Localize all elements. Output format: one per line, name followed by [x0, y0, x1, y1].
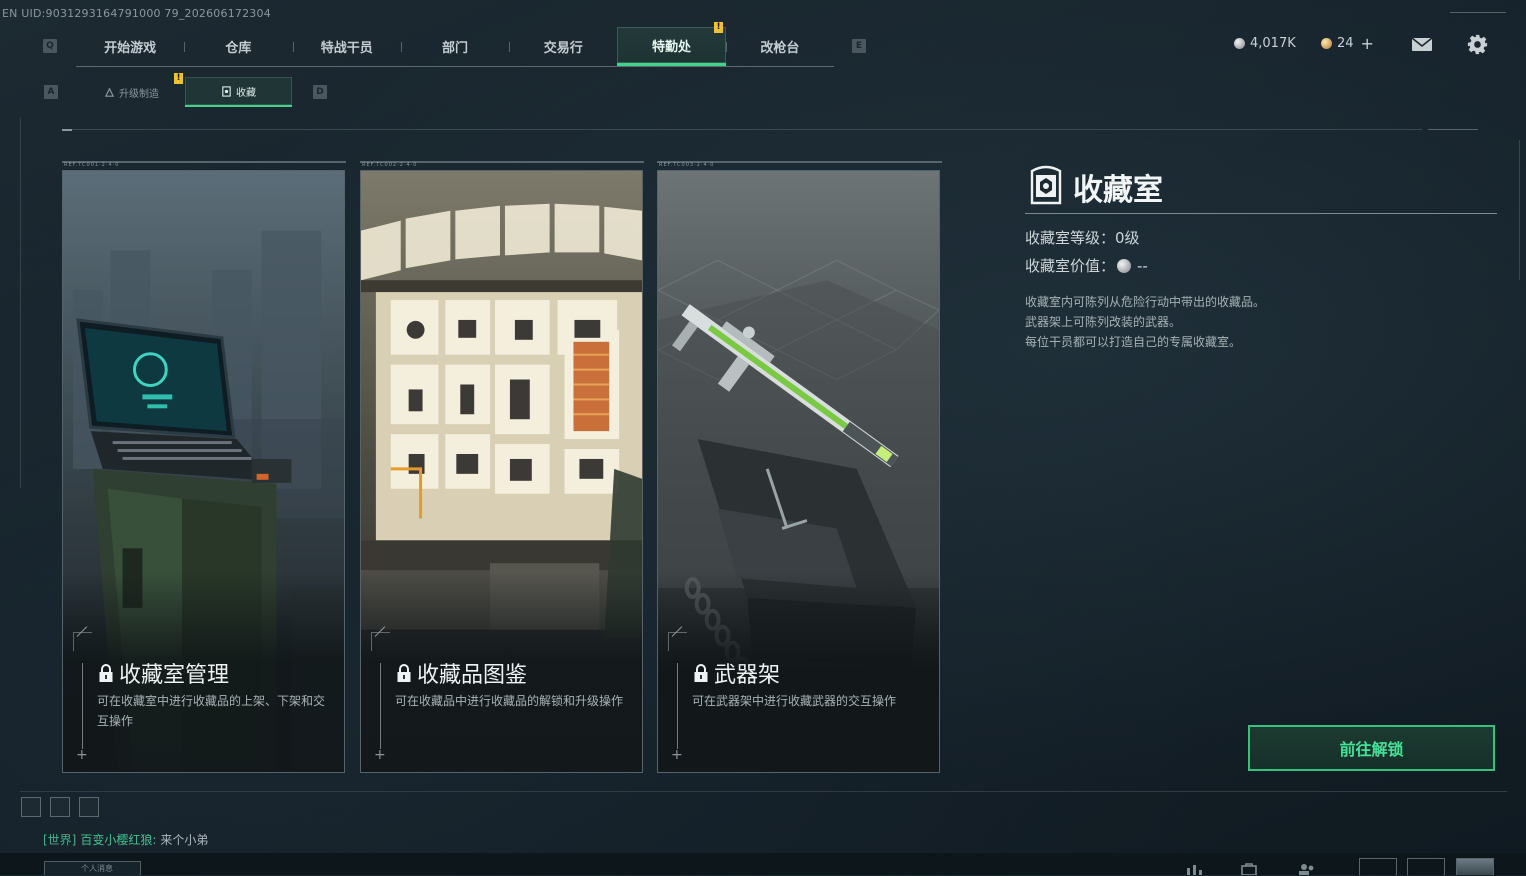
- card-header-bar: REF.TC002·2·4·0: [360, 161, 644, 169]
- card-title-row: 收藏品图鉴: [396, 657, 527, 689]
- settings-gear-icon[interactable]: [1467, 34, 1488, 55]
- collection-level-label: 收藏室等级：: [1025, 229, 1116, 247]
- upgrade-icon: [104, 87, 115, 97]
- collection-room-icon: [1030, 165, 1062, 205]
- tab-warehouse[interactable]: 仓库: [184, 27, 292, 66]
- card-side-line: [677, 663, 678, 749]
- gold-currency: 24 +: [1321, 36, 1374, 52]
- card-header-bar: REF.TC001·2·4·0: [62, 161, 346, 169]
- collection-level-stat: 收藏室等级：0级: [1025, 227, 1140, 248]
- card-weapon-rack[interactable]: + 武器架 可在武器架中进行收藏武器的交互操作: [657, 170, 940, 773]
- right-ruler: [1519, 140, 1520, 280]
- collection-level-value: 0级: [1115, 229, 1140, 247]
- collection-value-label: 收藏室价值：: [1025, 257, 1116, 275]
- divider-accent: [62, 129, 72, 131]
- footer-divider: [20, 791, 1507, 792]
- card-side-line: [380, 663, 381, 749]
- card-collection-room-management[interactable]: + 收藏室管理 可在收藏室中进行收藏品的上架、下架和交互操作: [62, 170, 345, 773]
- panel-description-line: 武器架上可陈列改装的武器。: [1025, 315, 1182, 329]
- subnav-alert-badge: !: [174, 73, 183, 84]
- card-header-code: REF.TC002·2·4·0: [362, 162, 418, 168]
- collection-value-amount: --: [1137, 256, 1148, 275]
- lock-icon: [694, 664, 708, 682]
- card-title-row: 收藏室管理: [98, 657, 229, 689]
- subtab-collection[interactable]: 收藏: [185, 77, 292, 107]
- gold-coin-icon: [1321, 38, 1332, 49]
- corner-decoration: [1450, 12, 1506, 17]
- card-header-code: REF.TC001·2·4·0: [64, 162, 120, 168]
- shop-bag-icon[interactable]: [1238, 862, 1260, 875]
- sub-nav: 升级制造 收藏: [78, 77, 292, 107]
- panel-description-line: 收藏室内可陈列从危险行动中带出的收藏品。: [1025, 295, 1266, 309]
- silver-coin-icon: [1117, 258, 1132, 273]
- silver-coin-icon: [1234, 38, 1245, 49]
- card-plus-mark: +: [671, 747, 683, 763]
- lock-icon: [397, 664, 411, 682]
- nav-prev-key-hint: Q: [43, 39, 57, 53]
- card-header-bar: REF.TC003·2·4·0: [657, 161, 942, 169]
- chat-channel: [世界]: [43, 833, 77, 847]
- stats-icon[interactable]: [1184, 862, 1206, 875]
- chat-sender[interactable]: 百变小樱红狼:: [80, 833, 156, 847]
- silver-currency: 4,017K: [1234, 36, 1296, 51]
- card-plus-mark: +: [374, 747, 386, 763]
- subtab-upgrade-craft[interactable]: 升级制造: [78, 77, 185, 107]
- collection-icon: [222, 85, 231, 97]
- friends-icon[interactable]: [1296, 862, 1318, 875]
- card-side-line: [82, 663, 83, 749]
- add-currency-button[interactable]: +: [1361, 36, 1374, 52]
- subtab-upgrade-craft-label: 升级制造: [119, 88, 159, 100]
- footer-slot-1[interactable]: [21, 797, 41, 817]
- card-title: 收藏品图鉴: [417, 663, 528, 688]
- subtab-collection-label: 收藏: [236, 87, 256, 99]
- card-title-row: 武器架: [693, 657, 780, 689]
- card-corner-decoration: [73, 632, 92, 651]
- panel-title: 收藏室: [1073, 173, 1163, 208]
- footer-slot-3[interactable]: [79, 797, 99, 817]
- silver-amount: 4,017K: [1250, 36, 1296, 51]
- left-frame-line: [20, 118, 21, 488]
- card-plus-mark: +: [76, 747, 88, 763]
- tab-operators[interactable]: 特战干员: [292, 27, 401, 66]
- chat-message: 来个小弟: [160, 833, 209, 847]
- nav-alert-badge: !: [714, 22, 723, 33]
- uid-text: EN UID:9031293164791000 79_202606172304: [2, 7, 271, 20]
- go-unlock-button[interactable]: 前往解锁: [1248, 725, 1495, 771]
- tab-trading[interactable]: 交易行: [509, 27, 617, 66]
- tab-department[interactable]: 部门: [400, 27, 509, 66]
- header-divider: [62, 129, 1422, 130]
- mail-icon[interactable]: [1411, 37, 1433, 52]
- squad-slot-2[interactable]: [1407, 858, 1445, 875]
- panel-description-line: 每位干员都可以打造自己的专属收藏室。: [1025, 335, 1242, 349]
- nav-next-key-hint: E: [852, 39, 866, 53]
- gold-amount: 24: [1337, 36, 1354, 51]
- footer-slot-2[interactable]: [50, 797, 70, 817]
- subnav-prev-key-hint: A: [44, 85, 58, 99]
- card-title: 收藏室管理: [119, 663, 230, 688]
- card-description: 可在收藏品中进行收藏品的解锁和升级操作: [395, 694, 624, 708]
- tab-start-game[interactable]: 开始游戏: [76, 27, 184, 66]
- personal-messages-button[interactable]: 个人消息: [44, 861, 141, 875]
- card-corner-decoration: [668, 632, 687, 651]
- panel-divider: [1025, 213, 1497, 214]
- main-nav: 开始游戏 仓库 特战干员 部门 交易行 特勤处 改枪台: [76, 27, 834, 67]
- lock-icon: [99, 664, 113, 682]
- collection-value-stat: 收藏室价值： --: [1025, 255, 1148, 276]
- player-avatar[interactable]: [1456, 858, 1494, 875]
- chat-line[interactable]: [世界] 百变小樱红狼: 来个小弟: [43, 831, 208, 848]
- card-collectible-catalog[interactable]: + 收藏品图鉴 可在收藏品中进行收藏品的解锁和升级操作: [360, 170, 643, 773]
- card-description: 可在收藏室中进行收藏品的上架、下架和交互操作: [97, 694, 326, 728]
- card-header-code: REF.TC003·2·4·0: [659, 162, 715, 168]
- card-title: 武器架: [714, 663, 781, 688]
- tab-gunsmith[interactable]: 改枪台: [725, 27, 834, 66]
- squad-slot-1[interactable]: [1359, 858, 1397, 875]
- subnav-next-key-hint: D: [313, 85, 327, 99]
- divider-tail: [1428, 129, 1478, 130]
- tab-special-ops[interactable]: 特勤处: [617, 27, 726, 66]
- card-corner-decoration: [371, 632, 390, 651]
- card-description: 可在武器架中进行收藏武器的交互操作: [692, 694, 897, 708]
